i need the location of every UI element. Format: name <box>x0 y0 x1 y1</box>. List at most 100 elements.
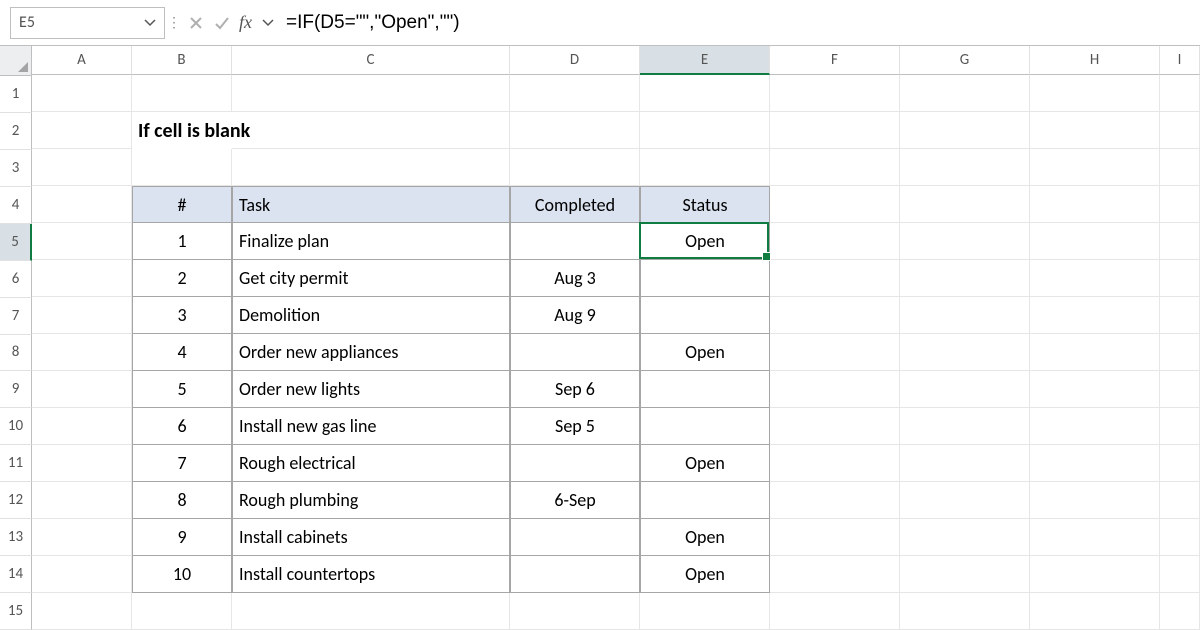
cell-D3[interactable] <box>510 149 640 186</box>
cell-F5[interactable] <box>770 223 900 260</box>
cell-A2[interactable] <box>32 112 132 149</box>
cell-E4[interactable]: Status <box>640 186 770 223</box>
cell-H10[interactable] <box>1030 408 1160 445</box>
cell-I4[interactable] <box>1160 186 1200 223</box>
cell-G14[interactable] <box>900 556 1030 593</box>
cell-F14[interactable] <box>770 556 900 593</box>
cell-E13[interactable]: Open <box>640 519 770 556</box>
cell-I1[interactable] <box>1160 75 1200 112</box>
formula-input[interactable] <box>280 7 1200 39</box>
cell-C7[interactable]: Demolition <box>232 297 510 334</box>
cell-A8[interactable] <box>32 334 132 371</box>
cell-C11[interactable]: Rough electrical <box>232 445 510 482</box>
cell-F1[interactable] <box>770 75 900 112</box>
cell-B10[interactable]: 6 <box>132 408 232 445</box>
cell-I15[interactable] <box>1160 593 1200 630</box>
cell-F7[interactable] <box>770 297 900 334</box>
cell-F9[interactable] <box>770 371 900 408</box>
cell-A14[interactable] <box>32 556 132 593</box>
cell-A7[interactable] <box>32 297 132 334</box>
cell-E10[interactable] <box>640 408 770 445</box>
cell-A5[interactable] <box>32 223 132 260</box>
cell-I6[interactable] <box>1160 260 1200 297</box>
cell-C14[interactable]: Install countertops <box>232 556 510 593</box>
cell-A3[interactable] <box>32 149 132 186</box>
row-header-10[interactable]: 10 <box>0 408 32 445</box>
cancel-formula-button[interactable] <box>183 9 209 37</box>
cell-G7[interactable] <box>900 297 1030 334</box>
cell-F6[interactable] <box>770 260 900 297</box>
cell-B3[interactable] <box>132 149 232 186</box>
cell-H11[interactable] <box>1030 445 1160 482</box>
cell-D7[interactable]: Aug 9 <box>510 297 640 334</box>
cell-B2[interactable]: If cell is blank <box>132 112 232 149</box>
cell-G6[interactable] <box>900 260 1030 297</box>
cell-G13[interactable] <box>900 519 1030 556</box>
column-header-A[interactable]: A <box>32 46 132 75</box>
cell-A10[interactable] <box>32 408 132 445</box>
cell-F3[interactable] <box>770 149 900 186</box>
cell-H3[interactable] <box>1030 149 1160 186</box>
cell-E6[interactable] <box>640 260 770 297</box>
cell-H9[interactable] <box>1030 371 1160 408</box>
cell-H12[interactable] <box>1030 482 1160 519</box>
cell-F8[interactable] <box>770 334 900 371</box>
cell-I12[interactable] <box>1160 482 1200 519</box>
column-header-I[interactable]: I <box>1160 46 1200 75</box>
cell-G8[interactable] <box>900 334 1030 371</box>
cell-H2[interactable] <box>1030 112 1160 149</box>
cell-E11[interactable]: Open <box>640 445 770 482</box>
cell-D1[interactable] <box>510 75 640 112</box>
select-all-corner[interactable] <box>0 46 32 76</box>
chevron-down-icon[interactable] <box>144 19 156 27</box>
row-header-4[interactable]: 4 <box>0 187 32 224</box>
column-header-F[interactable]: F <box>770 46 900 75</box>
cell-A1[interactable] <box>32 75 132 112</box>
cell-I14[interactable] <box>1160 556 1200 593</box>
column-header-E[interactable]: E <box>640 46 770 75</box>
column-header-B[interactable]: B <box>132 46 232 75</box>
cell-D8[interactable] <box>510 334 640 371</box>
row-header-5[interactable]: 5 <box>0 224 32 261</box>
cell-C13[interactable]: Install cabinets <box>232 519 510 556</box>
cell-I5[interactable] <box>1160 223 1200 260</box>
cell-E2[interactable] <box>640 112 770 149</box>
cell-C1[interactable] <box>232 75 510 112</box>
cell-D10[interactable]: Sep 5 <box>510 408 640 445</box>
row-header-15[interactable]: 15 <box>0 593 32 630</box>
cell-C4[interactable]: Task <box>232 186 510 223</box>
cell-F13[interactable] <box>770 519 900 556</box>
cell-I3[interactable] <box>1160 149 1200 186</box>
cell-D4[interactable]: Completed <box>510 186 640 223</box>
cell-C2[interactable] <box>232 112 510 149</box>
cell-B5[interactable]: 1 <box>132 223 232 260</box>
column-header-C[interactable]: C <box>232 46 510 75</box>
row-header-11[interactable]: 11 <box>0 445 32 482</box>
cell-B13[interactable]: 9 <box>132 519 232 556</box>
cell-G5[interactable] <box>900 223 1030 260</box>
row-header-8[interactable]: 8 <box>0 335 32 372</box>
cell-I13[interactable] <box>1160 519 1200 556</box>
cell-E3[interactable] <box>640 149 770 186</box>
column-header-D[interactable]: D <box>510 46 640 75</box>
cell-B4[interactable]: # <box>132 186 232 223</box>
cell-G12[interactable] <box>900 482 1030 519</box>
cell-H1[interactable] <box>1030 75 1160 112</box>
cell-A6[interactable] <box>32 260 132 297</box>
cell-C12[interactable]: Rough plumbing <box>232 482 510 519</box>
cell-A11[interactable] <box>32 445 132 482</box>
cell-G1[interactable] <box>900 75 1030 112</box>
row-header-13[interactable]: 13 <box>0 519 32 556</box>
cell-H6[interactable] <box>1030 260 1160 297</box>
row-header-14[interactable]: 14 <box>0 556 32 593</box>
cell-F2[interactable] <box>770 112 900 149</box>
cell-E15[interactable] <box>640 593 770 630</box>
cell-grid[interactable]: If cell is blank#TaskCompletedStatus1Fin… <box>32 75 1200 630</box>
cell-H14[interactable] <box>1030 556 1160 593</box>
cell-B7[interactable]: 3 <box>132 297 232 334</box>
cell-D9[interactable]: Sep 6 <box>510 371 640 408</box>
cell-E12[interactable] <box>640 482 770 519</box>
cell-G4[interactable] <box>900 186 1030 223</box>
cell-H7[interactable] <box>1030 297 1160 334</box>
row-header-7[interactable]: 7 <box>0 298 32 335</box>
